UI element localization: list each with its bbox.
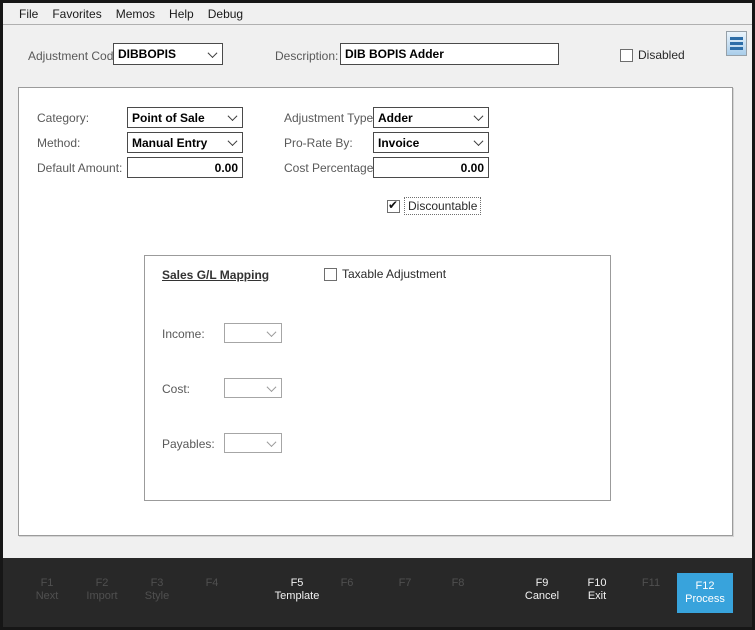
cost-percentage-input[interactable]	[373, 157, 489, 178]
menu-item-file[interactable]: File	[12, 7, 45, 21]
fkey-f4: F4	[182, 577, 242, 590]
income-label: Income:	[162, 327, 205, 341]
pro-rate-by-label: Pro-Rate By:	[284, 136, 353, 150]
chevron-down-icon	[208, 48, 218, 58]
fkey-f11: F11	[621, 577, 681, 590]
taxable-adjustment-checkbox-box[interactable]: ✔	[324, 268, 337, 281]
category-label: Category:	[37, 111, 89, 125]
fkey-f10[interactable]: F10Exit	[567, 577, 627, 603]
fkey-f1: F1Next	[17, 577, 77, 603]
adjustment-code-combo[interactable]: DIBBOPIS	[113, 43, 223, 65]
taxable-adjustment-checkbox-label: Taxable Adjustment	[342, 267, 446, 281]
category-value: Point of Sale	[132, 111, 205, 125]
fkey-f2: F2Import	[72, 577, 132, 603]
disabled-checkbox-label: Disabled	[638, 48, 685, 62]
app-window: File Favorites Memos Help Debug Adjustme…	[0, 0, 755, 630]
menu-button[interactable]	[726, 31, 747, 56]
adjustment-type-label: Adjustment Type:	[284, 111, 377, 125]
payables-combo[interactable]	[224, 433, 282, 453]
income-combo[interactable]	[224, 323, 282, 343]
description-label: Description:	[275, 49, 338, 63]
cost-percentage-label: Cost Percentage:	[284, 161, 377, 175]
method-label: Method:	[37, 136, 80, 150]
disabled-checkbox[interactable]: ✔ Disabled	[620, 48, 685, 62]
form-panel: Category: Point of Sale Adjustment Type:…	[18, 87, 733, 536]
chevron-down-icon	[474, 136, 484, 146]
adjustment-type-combo[interactable]: Adder	[373, 107, 489, 128]
pro-rate-by-combo[interactable]: Invoice	[373, 132, 489, 153]
disabled-checkbox-box[interactable]: ✔	[620, 49, 633, 62]
gl-mapping-box: Sales G/L Mapping ✔ Taxable Adjustment I…	[144, 255, 611, 501]
adjustment-code-value: DIBBOPIS	[118, 47, 176, 61]
chevron-down-icon	[267, 327, 277, 337]
taxable-adjustment-checkbox[interactable]: ✔ Taxable Adjustment	[324, 267, 446, 281]
cost-label: Cost:	[162, 382, 190, 396]
adjustment-type-value: Adder	[378, 111, 413, 125]
chevron-down-icon	[228, 111, 238, 121]
chevron-down-icon	[267, 382, 277, 392]
default-amount-label: Default Amount:	[37, 161, 122, 175]
pro-rate-by-value: Invoice	[378, 136, 419, 150]
chevron-down-icon	[474, 111, 484, 121]
gl-mapping-title: Sales G/L Mapping	[162, 268, 269, 282]
discountable-checkbox-box[interactable]: ✔	[387, 200, 400, 213]
fkey-f7: F7	[375, 577, 435, 590]
fkey-f3: F3Style	[127, 577, 187, 603]
fkey-f6: F6	[317, 577, 377, 590]
discountable-checkbox[interactable]: ✔ Discountable	[387, 198, 480, 214]
cost-combo[interactable]	[224, 378, 282, 398]
adjustment-code-label: Adjustment Code:	[28, 49, 123, 63]
function-key-bar: F1Next F2Import F3Style F4 F5Template F6…	[3, 558, 752, 627]
check-icon: ✔	[388, 198, 398, 212]
method-value: Manual Entry	[132, 136, 207, 150]
menu-item-help[interactable]: Help	[162, 7, 201, 21]
category-combo[interactable]: Point of Sale	[127, 107, 243, 128]
description-input[interactable]	[340, 43, 559, 65]
menu-item-memos[interactable]: Memos	[109, 7, 162, 21]
menu-item-favorites[interactable]: Favorites	[45, 7, 108, 21]
menu-item-debug[interactable]: Debug	[201, 7, 250, 21]
fkey-f8: F8	[428, 577, 488, 590]
fkey-f9[interactable]: F9Cancel	[512, 577, 572, 603]
method-combo[interactable]: Manual Entry	[127, 132, 243, 153]
chevron-down-icon	[228, 136, 238, 146]
menu-bar: File Favorites Memos Help Debug	[3, 3, 752, 25]
default-amount-input[interactable]	[127, 157, 243, 178]
payables-label: Payables:	[162, 437, 215, 451]
discountable-checkbox-label: Discountable	[405, 198, 480, 214]
fkey-f12-process-button[interactable]: F12Process	[677, 573, 733, 613]
chevron-down-icon	[267, 437, 277, 447]
